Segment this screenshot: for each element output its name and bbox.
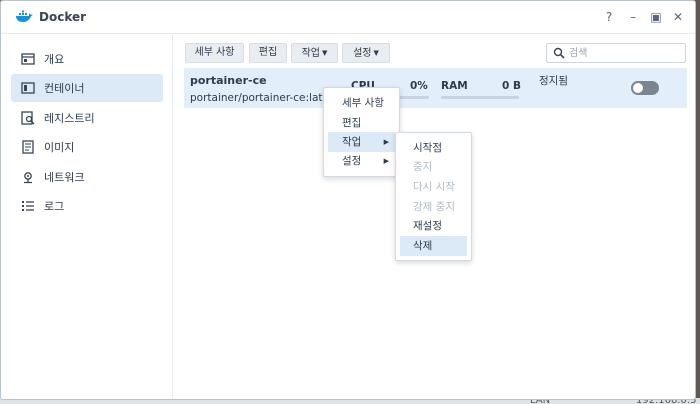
menu-item-action[interactable]: 작업 ▶ (328, 132, 395, 152)
image-icon (22, 140, 34, 154)
submenu-arrow-icon: ▶ (383, 157, 389, 165)
ram-label: RAM (441, 80, 468, 92)
submenu-item-label: 삭제 (413, 240, 433, 252)
submenu-item-restart: 다시 시작 (400, 177, 467, 197)
caret-down-icon: ▼ (373, 49, 379, 57)
toggle-knob (633, 83, 643, 93)
container-name: portainer-ce (190, 74, 267, 87)
edit-button[interactable]: 편집 (249, 43, 287, 63)
menu-item-label: 세부 사항 (342, 97, 384, 109)
sidebar-item-label: 컨테이너 (44, 82, 85, 95)
sidebar-item-registry[interactable]: 레지스트리 (11, 104, 163, 132)
search-input[interactable] (569, 46, 679, 60)
run-toggle[interactable] (631, 81, 659, 95)
minimize-button[interactable]: – (625, 9, 641, 25)
submenu-item-label: 강제 중지 (413, 201, 455, 213)
sidebar-item-label: 레지스트리 (44, 112, 95, 125)
sidebar-item-label: 로그 (44, 200, 65, 213)
maximize-button[interactable]: ▣ (648, 9, 664, 25)
submenu-item-start[interactable]: 시작점 (400, 138, 467, 158)
menu-item-edit[interactable]: 편집 (328, 113, 395, 133)
sidebar-item-label: 네트워크 (44, 171, 85, 184)
caret-down-icon: ▼ (322, 49, 328, 57)
action-button-label: 작업 (301, 48, 320, 59)
container-icon (21, 82, 35, 94)
submenu-item-label: 재설정 (413, 220, 442, 232)
submenu-item-force-stop: 강제 중지 (400, 197, 467, 217)
docker-window: Docker ? – ▣ ✕ 개요 컨테이너 레지스트리 이미지 네트워크 로그… (0, 0, 696, 400)
title-bar[interactable]: Docker ? – ▣ ✕ (1, 1, 695, 34)
search-icon (553, 47, 565, 59)
details-button[interactable]: 세부 사항 (185, 43, 244, 63)
submenu-item-label: 중지 (413, 161, 433, 173)
help-button[interactable]: ? (601, 9, 617, 25)
container-image: portainer/portainer-ce:latest (190, 92, 339, 104)
sidebar-item-network[interactable]: 네트워크 (11, 163, 163, 191)
settings-dropdown-button[interactable]: 설정 ▼ (342, 43, 390, 63)
menu-item-label: 편집 (342, 117, 362, 129)
network-icon (24, 172, 32, 184)
action-submenu: 시작점 중지 다시 시작 강제 중지 재설정 삭제 (395, 132, 472, 261)
ram-usage-bar (441, 96, 519, 99)
submenu-item-label: 시작점 (413, 142, 442, 154)
menu-item-details[interactable]: 세부 사항 (328, 93, 395, 113)
sidebar: 개요 컨테이너 레지스트리 이미지 네트워크 로그 (1, 35, 173, 399)
close-button[interactable]: ✕ (670, 9, 686, 25)
menu-item-label: 작업 (342, 136, 362, 148)
sidebar-item-log[interactable]: 로그 (11, 192, 163, 220)
status-text: 정지됨 (539, 75, 568, 87)
search-box[interactable] (546, 43, 686, 63)
settings-button-label: 설정 (353, 48, 372, 59)
container-row[interactable]: portainer-ce portainer/portainer-ce:late… (184, 68, 687, 108)
menu-item-settings[interactable]: 설정 ▶ (328, 151, 395, 171)
sidebar-item-container[interactable]: 컨테이너 (11, 74, 163, 102)
sidebar-item-overview[interactable]: 개요 (11, 45, 163, 73)
ram-value: 0 B (502, 80, 521, 92)
submenu-item-stop: 중지 (400, 157, 467, 177)
context-menu: 세부 사항 편집 작업 ▶ 설정 ▶ (323, 87, 400, 177)
cpu-value: 0% (410, 80, 428, 92)
submenu-item-label: 다시 시작 (413, 181, 455, 193)
window-title: Docker (39, 10, 87, 24)
edit-button-label: 편집 (258, 47, 278, 58)
submenu-arrow-icon: ▶ (383, 138, 389, 146)
sidebar-item-label: 이미지 (44, 141, 75, 154)
registry-icon (21, 111, 35, 125)
submenu-item-delete[interactable]: 삭제 (400, 236, 467, 256)
menu-item-label: 설정 (342, 155, 362, 167)
submenu-item-reset[interactable]: 재설정 (400, 216, 467, 236)
sidebar-item-label: 개요 (44, 53, 65, 66)
docker-whale-icon (16, 10, 33, 22)
details-button-label: 세부 사항 (194, 47, 235, 58)
log-icon (22, 201, 34, 211)
action-dropdown-button[interactable]: 작업 ▼ (291, 43, 338, 63)
sidebar-item-image[interactable]: 이미지 (11, 133, 163, 161)
overview-icon (21, 53, 35, 65)
